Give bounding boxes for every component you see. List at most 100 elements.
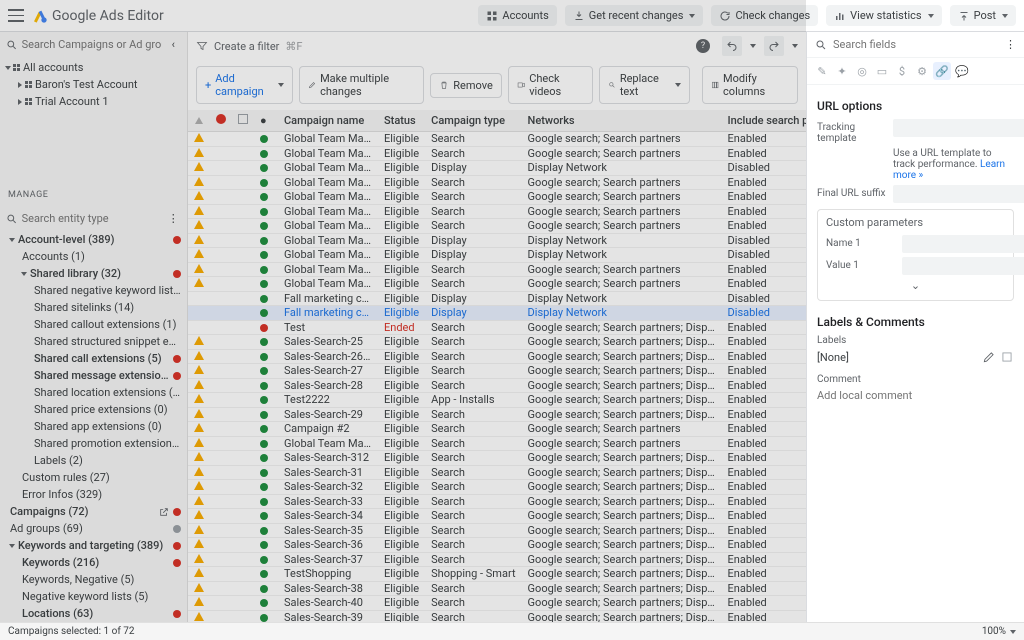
extensions-tab-icon[interactable]: ▭ bbox=[873, 62, 891, 80]
comment-input[interactable] bbox=[817, 389, 1014, 402]
menu-icon[interactable] bbox=[8, 8, 24, 24]
table-row[interactable]: Sales-Search-37EligibleSearchGoogle sear… bbox=[188, 552, 806, 567]
table-row[interactable]: Global Team Marketi...EligibleSearchGoog… bbox=[188, 132, 806, 147]
table-row[interactable]: Sales-Search-33EligibleSearchGoogle sear… bbox=[188, 494, 806, 509]
table-row[interactable]: Global Team Marketi...EligibleSearchGoog… bbox=[188, 175, 806, 190]
entity-row[interactable]: Keywords and targeting (389) bbox=[0, 537, 187, 554]
redo-button[interactable] bbox=[764, 36, 784, 56]
table-row[interactable]: Sales-Search-312EligibleSearchGoogle sea… bbox=[188, 451, 806, 466]
table-row[interactable]: Global Team Marketi...EligibleSearchGoog… bbox=[188, 436, 806, 451]
entity-row[interactable]: Ad groups (69) bbox=[0, 520, 187, 537]
entity-row[interactable]: Shared promotion extensions (0) bbox=[0, 435, 187, 452]
entity-row[interactable]: Shared library (32) bbox=[0, 265, 187, 282]
budget-tab-icon[interactable]: $ bbox=[893, 62, 911, 80]
table-row[interactable]: Fall marketing campa...EligibleDisplayDi… bbox=[188, 291, 806, 306]
final-suffix-input[interactable] bbox=[893, 185, 1024, 203]
tracking-template-input[interactable] bbox=[893, 119, 1024, 137]
help-icon[interactable]: ? bbox=[696, 39, 710, 53]
table-row[interactable]: Sales-Search-31EligibleSearchGoogle sear… bbox=[188, 465, 806, 480]
table-row[interactable]: TestEndedSearchGoogle search; Search par… bbox=[188, 320, 806, 335]
undo-button[interactable] bbox=[722, 36, 742, 56]
table-row[interactable]: Sales-Search-40EligibleSearchGoogle sear… bbox=[188, 596, 806, 611]
check-videos-button[interactable]: Check videos bbox=[508, 66, 593, 104]
clear-labels-icon[interactable] bbox=[1000, 350, 1014, 364]
table-row[interactable]: Sales-Search-25EligibleSearchGoogle sear… bbox=[188, 335, 806, 350]
campaigns-table-wrap[interactable]: ● Campaign name Status Campaign type Net… bbox=[188, 110, 806, 622]
value1-input[interactable] bbox=[902, 257, 1024, 275]
col-checkbox[interactable] bbox=[232, 110, 254, 132]
table-row[interactable]: Global Team Marketi...EligibleDisplayDis… bbox=[188, 233, 806, 248]
entity-row[interactable]: Shared sitelinks (14) bbox=[0, 299, 187, 316]
settings-tab-icon[interactable]: ⚙ bbox=[913, 62, 931, 80]
entity-row[interactable]: Locations (63) bbox=[0, 605, 187, 622]
entity-row[interactable]: Shared call extensions (5) bbox=[0, 350, 187, 367]
entity-row[interactable]: Negative keyword lists (5) bbox=[0, 588, 187, 605]
account-node[interactable]: Baron's Test Account bbox=[0, 76, 187, 93]
entity-row[interactable]: Custom rules (27) bbox=[0, 469, 187, 486]
col-isp[interactable]: Include search partners bbox=[722, 110, 806, 132]
entity-row[interactable]: Shared callout extensions (1) bbox=[0, 316, 187, 333]
name1-input[interactable] bbox=[902, 235, 1024, 253]
table-row[interactable]: Global Team Marketi...EligibleSearchGoog… bbox=[188, 190, 806, 205]
edit-tab-icon[interactable]: ✎ bbox=[813, 62, 831, 80]
table-row[interactable]: Sales-Search-36EligibleSearchGoogle sear… bbox=[188, 538, 806, 553]
multiple-changes-button[interactable]: Make multiple changes bbox=[299, 66, 425, 104]
entity-row[interactable]: Error Infos (329) bbox=[0, 486, 187, 503]
table-row[interactable]: Global Team Marketi...EligibleDisplayDis… bbox=[188, 248, 806, 263]
entity-row[interactable]: Campaigns (72) bbox=[0, 503, 187, 520]
view-stats-button[interactable]: View statistics bbox=[826, 5, 941, 26]
search-entity-input[interactable] bbox=[22, 212, 162, 225]
entity-row[interactable]: Shared structured snippet extensions (1) bbox=[0, 333, 187, 350]
url-options-tab-icon[interactable]: 🔗 bbox=[933, 62, 951, 80]
table-row[interactable]: Sales-Search-2665EligibleSearchGoogle se… bbox=[188, 349, 806, 364]
table-row[interactable]: Sales-Search-38EligibleSearchGoogle sear… bbox=[188, 581, 806, 596]
entity-row[interactable]: Account-level (389) bbox=[0, 231, 187, 248]
search-fields-input[interactable] bbox=[833, 38, 999, 51]
col-warn[interactable] bbox=[188, 110, 210, 132]
zoom-control[interactable]: 100% bbox=[982, 626, 1016, 637]
entity-row[interactable]: Accounts (1) bbox=[0, 248, 187, 265]
table-row[interactable]: Sales-Search-27EligibleSearchGoogle sear… bbox=[188, 364, 806, 379]
table-row[interactable]: Sales-Search-39EligibleSearchGoogle sear… bbox=[188, 610, 806, 622]
table-row[interactable]: Global Team Marketi...EligibleSearchGoog… bbox=[188, 219, 806, 234]
table-row[interactable]: Global Team Marketi...EligibleSearchGoog… bbox=[188, 204, 806, 219]
table-row[interactable]: Global Team Marketi...EligibleDisplayDis… bbox=[188, 161, 806, 176]
table-row[interactable]: Test2222EligibleApp - InstallsGoogle sea… bbox=[188, 393, 806, 408]
entity-row[interactable]: Shared negative keyword lists (5) bbox=[0, 282, 187, 299]
table-row[interactable]: Campaign #2EligibleSearchGoogle search; … bbox=[188, 422, 806, 437]
search-campaigns-input[interactable] bbox=[22, 38, 162, 51]
col-dot[interactable]: ● bbox=[254, 110, 278, 132]
entity-row[interactable]: Shared app extensions (0) bbox=[0, 418, 187, 435]
col-err[interactable] bbox=[210, 110, 232, 132]
remove-button[interactable]: Remove bbox=[430, 73, 502, 98]
replace-text-button[interactable]: Replace text bbox=[599, 66, 690, 104]
account-node[interactable]: Trial Account 1 bbox=[0, 93, 187, 110]
table-row[interactable]: Sales-Search-34EligibleSearchGoogle sear… bbox=[188, 509, 806, 524]
table-row[interactable]: Sales-Search-32EligibleSearchGoogle sear… bbox=[188, 480, 806, 495]
target-tab-icon[interactable]: ◎ bbox=[853, 62, 871, 80]
edit-labels-icon[interactable] bbox=[982, 350, 996, 364]
entity-row[interactable]: Keywords (216) bbox=[0, 554, 187, 571]
comments-tab-icon[interactable]: 💬 bbox=[953, 62, 971, 80]
collapse-icon[interactable]: ‹ bbox=[166, 38, 181, 51]
entity-row[interactable]: Labels (2) bbox=[0, 452, 187, 469]
col-type[interactable]: Campaign type bbox=[425, 110, 521, 132]
entity-more-icon[interactable]: ⋮ bbox=[166, 212, 181, 225]
table-row[interactable]: Fall marketing campa...EligibleDisplayDi… bbox=[188, 306, 806, 321]
check-changes-button[interactable]: Check changes bbox=[711, 5, 818, 26]
col-networks[interactable]: Networks bbox=[522, 110, 722, 132]
filter-text[interactable]: Create a filter bbox=[214, 40, 279, 53]
add-campaign-button[interactable]: + Add campaign bbox=[196, 66, 293, 104]
table-row[interactable]: Global Team Marketi...EligibleSearchGoog… bbox=[188, 262, 806, 277]
table-row[interactable]: TestShoppingEligibleShopping - SmartGoog… bbox=[188, 567, 806, 582]
entity-row[interactable]: Keywords, Negative (5) bbox=[0, 571, 187, 588]
get-recent-button[interactable]: Get recent changes bbox=[565, 5, 704, 26]
table-row[interactable]: Sales-Search-35EligibleSearchGoogle sear… bbox=[188, 523, 806, 538]
entity-row[interactable]: Shared message extensions (2) bbox=[0, 367, 187, 384]
table-row[interactable]: Global Team Marketi...EligibleSearchGoog… bbox=[188, 146, 806, 161]
entity-row[interactable]: Shared location extensions (2) bbox=[0, 384, 187, 401]
wand-tab-icon[interactable]: ✦ bbox=[833, 62, 851, 80]
table-row[interactable]: Global Team Marketi...EligibleSearchGoog… bbox=[188, 277, 806, 292]
all-accounts-node[interactable]: All accounts bbox=[0, 59, 187, 76]
accounts-button[interactable]: Accounts bbox=[478, 5, 556, 26]
